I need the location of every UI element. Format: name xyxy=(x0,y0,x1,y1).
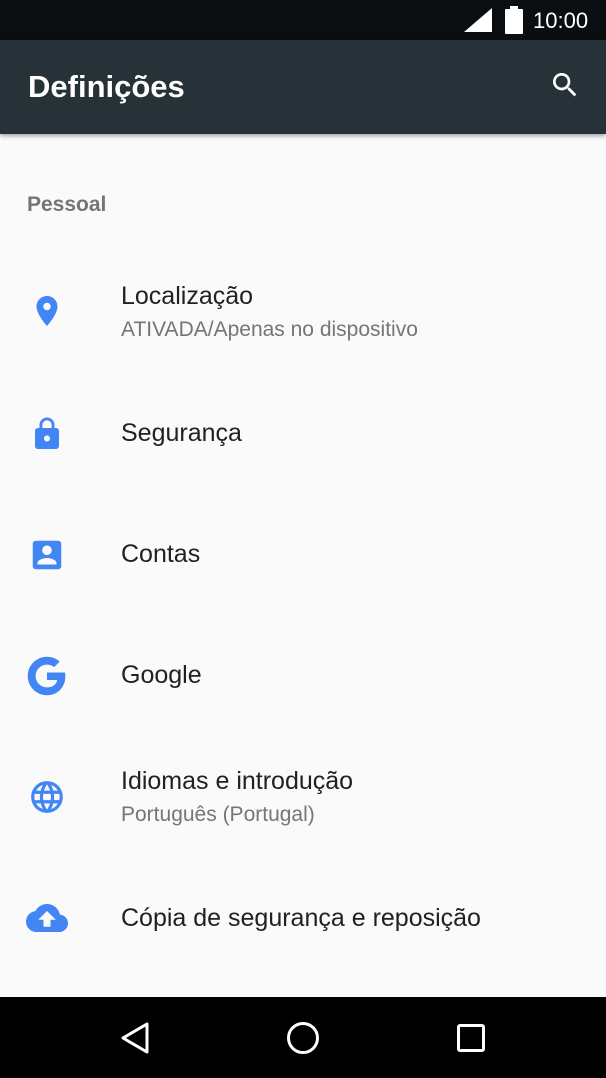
recents-button[interactable] xyxy=(448,1015,494,1061)
recents-icon xyxy=(457,1024,485,1052)
settings-item-location[interactable]: Localização ATIVADA/Apenas no dispositiv… xyxy=(0,258,606,368)
globe-icon xyxy=(24,774,70,820)
settings-item-google[interactable]: Google xyxy=(0,621,606,731)
back-button[interactable] xyxy=(112,1015,158,1061)
settings-item-language[interactable]: Idiomas e introdução Português (Portugal… xyxy=(0,742,606,852)
location-pin-icon xyxy=(24,288,70,334)
settings-item-summary: ATIVADA/Apenas no dispositivo xyxy=(121,318,418,341)
settings-item-label: Contas xyxy=(121,540,201,568)
settings-item-label: Cópia de segurança e reposição xyxy=(121,904,481,932)
settings-item-label: Segurança xyxy=(121,419,242,447)
battery-icon xyxy=(505,6,523,34)
settings-item-accounts[interactable]: Contas xyxy=(0,500,606,610)
back-icon xyxy=(121,1022,149,1054)
google-icon xyxy=(24,653,70,699)
lock-icon xyxy=(24,411,70,457)
settings-item-summary: Português (Portugal) xyxy=(121,803,315,826)
settings-item-label: Idiomas e introdução xyxy=(121,767,354,795)
status-time: 10:00 xyxy=(533,8,589,33)
status-bar: 10:00 xyxy=(0,0,606,40)
search-icon xyxy=(553,73,577,97)
account-box-icon xyxy=(24,532,70,578)
home-icon xyxy=(287,1022,319,1054)
search-button[interactable] xyxy=(545,65,585,105)
cloud-upload-icon xyxy=(24,895,70,941)
signal-icon xyxy=(464,8,492,32)
section-header-personal: Pessoal xyxy=(27,193,107,216)
settings-item-label: Localização xyxy=(121,282,254,310)
navigation-bar xyxy=(0,997,606,1078)
settings-item-label: Google xyxy=(121,661,202,689)
settings-item-security[interactable]: Segurança xyxy=(0,379,606,489)
home-button[interactable] xyxy=(280,1015,326,1061)
page-title: Definições xyxy=(28,69,185,104)
settings-item-backup[interactable]: Cópia de segurança e reposição xyxy=(0,863,606,973)
app-bar: Definições xyxy=(0,40,606,134)
